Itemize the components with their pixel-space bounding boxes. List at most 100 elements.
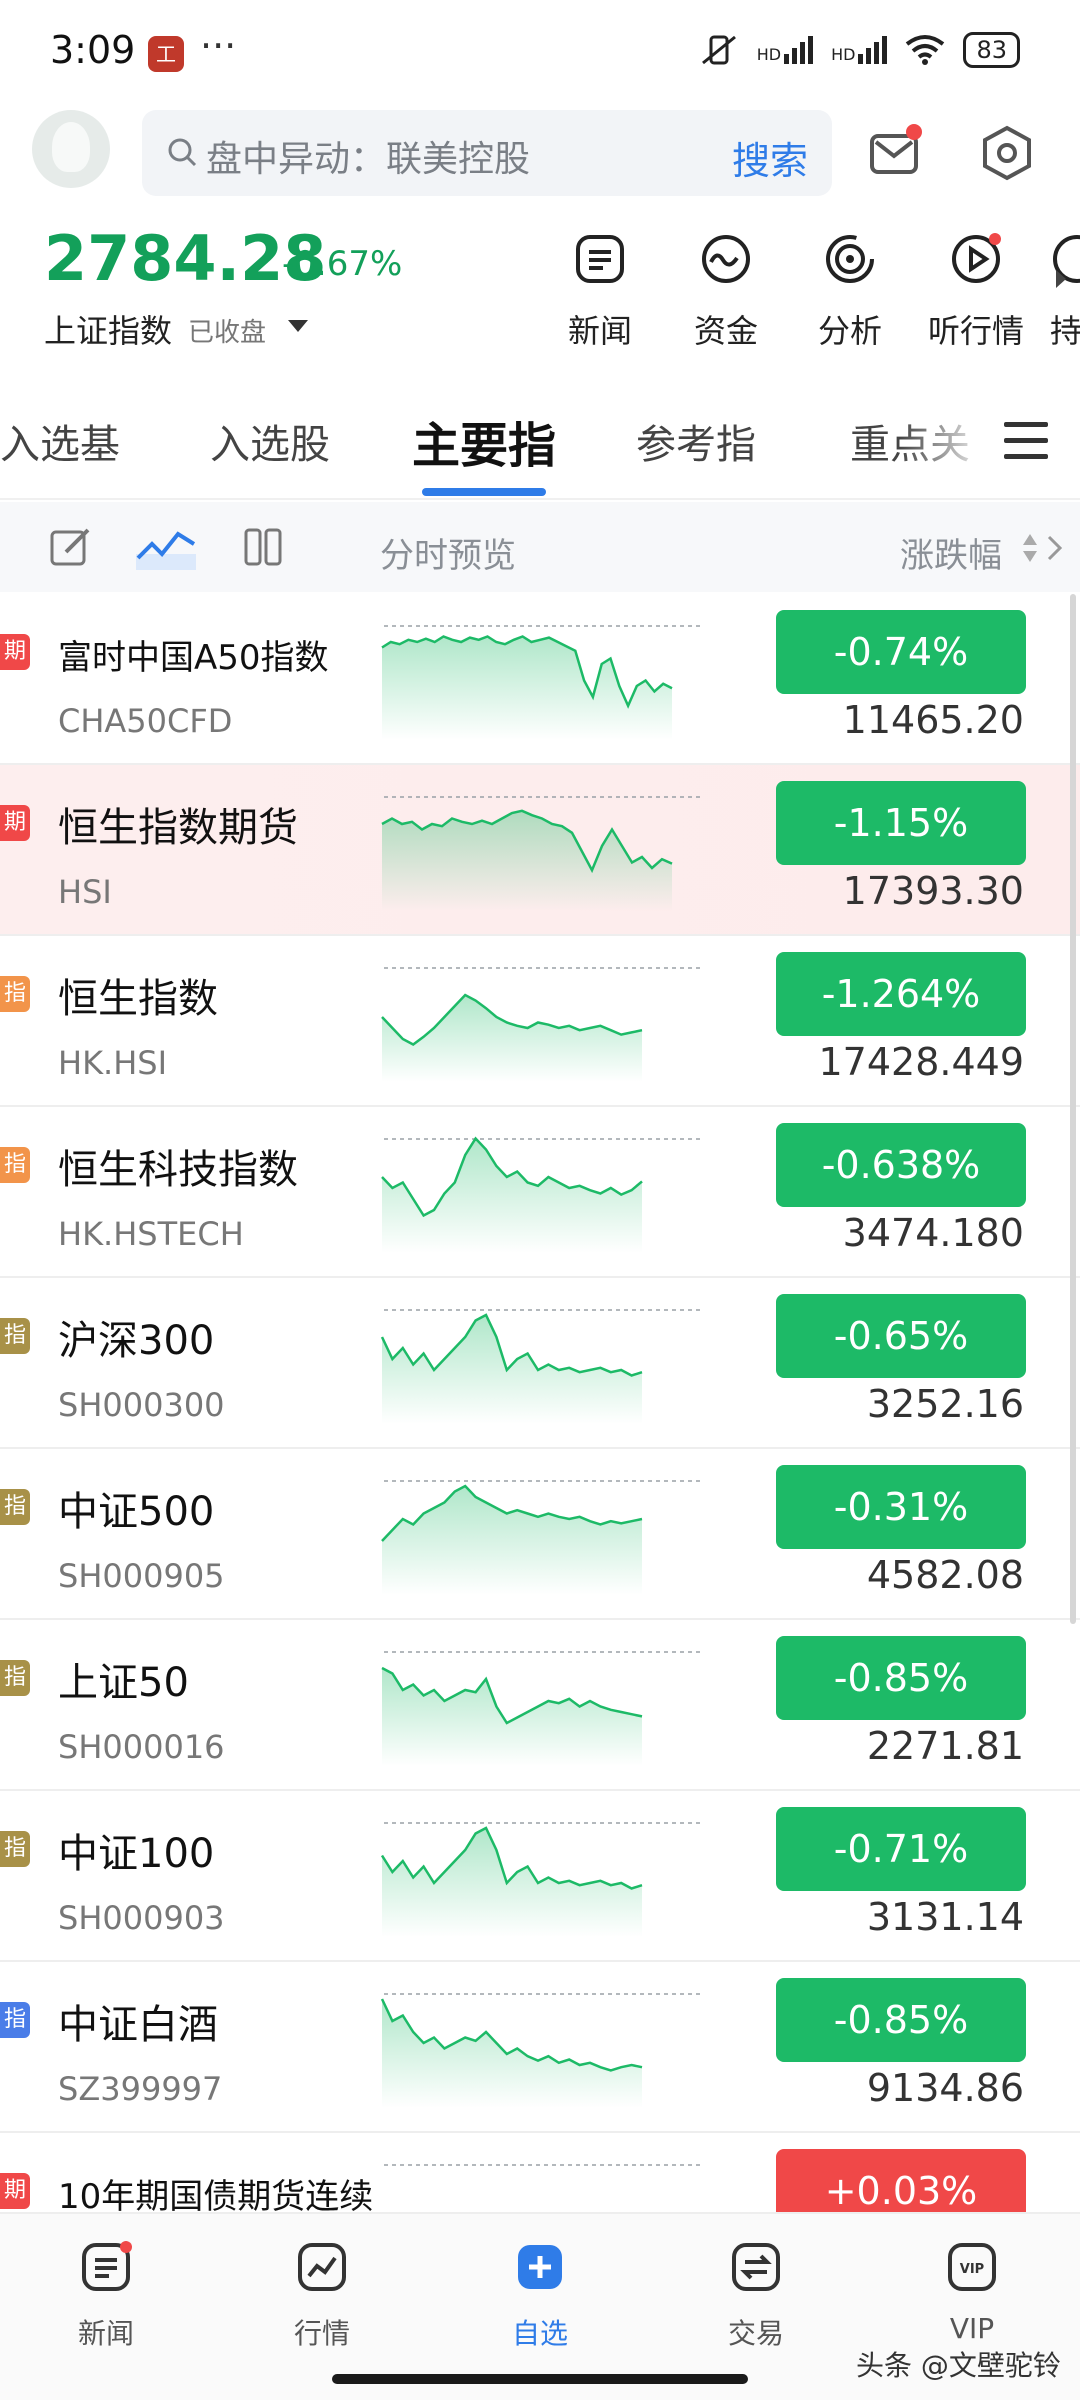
instrument-code: HK.HSI [58, 1044, 168, 1082]
instrument-name: 中证500 [58, 1489, 215, 1535]
change-percent-badge[interactable]: -1.15% [776, 781, 1026, 865]
sort-icon[interactable] [1022, 532, 1038, 564]
list-item[interactable]: 指恒生科技指数 HK.HSTECH -0.638% 3474.180 [0, 1107, 1080, 1278]
instrument-name: 恒生科技指数 [58, 1147, 298, 1193]
play-icon [952, 233, 1001, 283]
nav-market[interactable]: 行情 [262, 2240, 382, 2352]
plus-icon [518, 2245, 562, 2289]
search-placeholder: 盘中异动：联美控股 [206, 139, 531, 180]
instrument-name: 恒生指数 [58, 976, 218, 1022]
instrument-code: SH000016 [58, 1728, 225, 1766]
instrument-name: 恒生指数期货 [58, 805, 298, 851]
settings-icon[interactable] [978, 124, 1036, 182]
instrument-name: 上证50 [58, 1660, 189, 1706]
tab-reference-indices[interactable]: 参考指 [636, 412, 756, 470]
index-change: -0.67% [282, 244, 403, 284]
quick-fund[interactable]: 资金 [676, 232, 776, 352]
sparkline-area [382, 1138, 642, 1253]
column-layout-icon[interactable] [240, 524, 286, 570]
last-price: 3131.14 [866, 1895, 1024, 1939]
timeshare-chart-icon[interactable] [136, 524, 196, 570]
chevron-right-icon[interactable] [1046, 534, 1064, 562]
intraday-sparkline [380, 1309, 702, 1424]
active-tab-indicator [422, 488, 546, 496]
sparkline-area [382, 1668, 642, 1766]
instrument-code: CHA50CFD [58, 702, 233, 740]
instrument-name: 中证100 [58, 1831, 215, 1877]
last-price: 11465.20 [842, 698, 1024, 742]
tab-selected-stocks[interactable]: 入选股 [210, 412, 330, 470]
news-icon [82, 2241, 132, 2291]
tab-selected-funds[interactable]: 入选基 [0, 412, 120, 470]
instrument-type-badge: 指 [0, 1660, 30, 1696]
instrument-code: HK.HSTECH [58, 1215, 244, 1253]
nav-trade[interactable]: 交易 [696, 2240, 816, 2352]
nav-label: VIP [949, 2312, 995, 2345]
list-item[interactable]: 指中证500 SH000905 -0.31% 4582.08 [0, 1449, 1080, 1620]
sparkline-area [382, 1999, 642, 2108]
quick-analysis[interactable]: 分析 [800, 232, 900, 352]
scrollbar[interactable] [1070, 594, 1076, 1624]
intraday-sparkline [381, 796, 702, 911]
change-percent-badge[interactable]: -0.85% [776, 1978, 1026, 2062]
tab-major-indices[interactable]: 主要指 [412, 406, 556, 476]
list-item[interactable]: 指恒生指数 HK.HSI -1.264% 17428.449 [0, 936, 1080, 1107]
quick-label: 新闻 [567, 312, 632, 350]
sparkline-area [382, 810, 672, 911]
nav-vip[interactable]: VIP VIP [912, 2240, 1032, 2345]
nav-label: 自选 [511, 2317, 568, 2350]
search-bar[interactable]: 盘中异动：联美控股 搜索 [142, 110, 832, 196]
home-indicator[interactable] [332, 2374, 748, 2384]
change-percent-badge[interactable]: -1.264% [776, 952, 1026, 1036]
quick-partial[interactable]: 持 [1050, 232, 1080, 352]
instrument-type-badge: 指 [0, 1831, 30, 1867]
message-icon[interactable] [868, 124, 924, 180]
last-price: 4582.08 [866, 1553, 1024, 1597]
index-name[interactable]: 上证指数 [44, 306, 172, 352]
more-notifications-icon: ··· [200, 24, 237, 68]
tab-fade [900, 400, 990, 496]
sparkline-area [382, 636, 672, 740]
change-percent-badge[interactable]: -0.65% [776, 1294, 1026, 1378]
nav-watchlist[interactable]: 自选 [480, 2240, 600, 2352]
nav-label: 行情 [293, 2317, 350, 2350]
change-percent-badge[interactable]: -0.71% [776, 1807, 1026, 1891]
list-item[interactable]: 期恒生指数期货 HSI -1.15% 17393.30 [0, 765, 1080, 936]
last-price: 17428.449 [818, 1040, 1025, 1084]
quick-scroll-arrow-icon[interactable] [1056, 270, 1066, 288]
list-item[interactable]: 期 10年期国债期货连续 +0.03% [0, 2133, 1080, 2279]
quick-label: 听行情 [927, 312, 1024, 350]
instrument-code: SZ399997 [58, 2070, 223, 2108]
intraday-sparkline [381, 1651, 702, 1766]
analysis-icon [826, 235, 874, 283]
instrument-type-badge: 指 [0, 1147, 30, 1183]
last-price: 17393.30 [842, 869, 1024, 913]
menu-icon[interactable] [1004, 422, 1048, 462]
list-item[interactable]: 期富时中国A50指数 CHA50CFD -0.74% 11465.20 [0, 594, 1080, 765]
last-price: 3474.180 [842, 1211, 1024, 1255]
status-time: 3:09 [50, 28, 136, 72]
change-percent-badge[interactable]: -0.31% [776, 1465, 1026, 1549]
nav-news[interactable]: 新闻 [46, 2240, 166, 2352]
battery-indicator: 83 [963, 32, 1020, 68]
tab-bar: 入选基 入选股 主要指 参考指 重点关 [0, 400, 1080, 500]
edit-icon[interactable] [48, 524, 94, 570]
change-percent-badge[interactable]: -0.85% [776, 1636, 1026, 1720]
sort-label[interactable]: 涨跌幅 [900, 528, 1002, 577]
change-percent-badge[interactable]: -0.638% [776, 1123, 1026, 1207]
list-item[interactable]: 指沪深300 SH000300 -0.65% 3252.16 [0, 1278, 1080, 1449]
change-percent-badge[interactable]: -0.74% [776, 610, 1026, 694]
instrument-type-badge: 指 [0, 1318, 30, 1354]
quick-listen[interactable]: 听行情 [926, 232, 1026, 352]
search-button[interactable]: 搜索 [732, 130, 808, 185]
intraday-sparkline [381, 1136, 702, 1253]
quick-news[interactable]: 新闻 [550, 232, 650, 352]
list-item[interactable]: 指中证100 SH000903 -0.71% 3131.14 [0, 1791, 1080, 1962]
list-item[interactable]: 指上证50 SH000016 -0.85% 2271.81 [0, 1620, 1080, 1791]
avatar[interactable] [32, 110, 110, 188]
nav-label: 交易 [727, 2317, 784, 2350]
instrument-type-badge: 指 [0, 2002, 30, 2038]
list-item[interactable]: 指中证白酒 SZ399997 -0.85% 9134.86 [0, 1962, 1080, 2133]
last-price: 3252.16 [866, 1382, 1024, 1426]
index-dropdown-caret-icon[interactable] [288, 320, 308, 332]
